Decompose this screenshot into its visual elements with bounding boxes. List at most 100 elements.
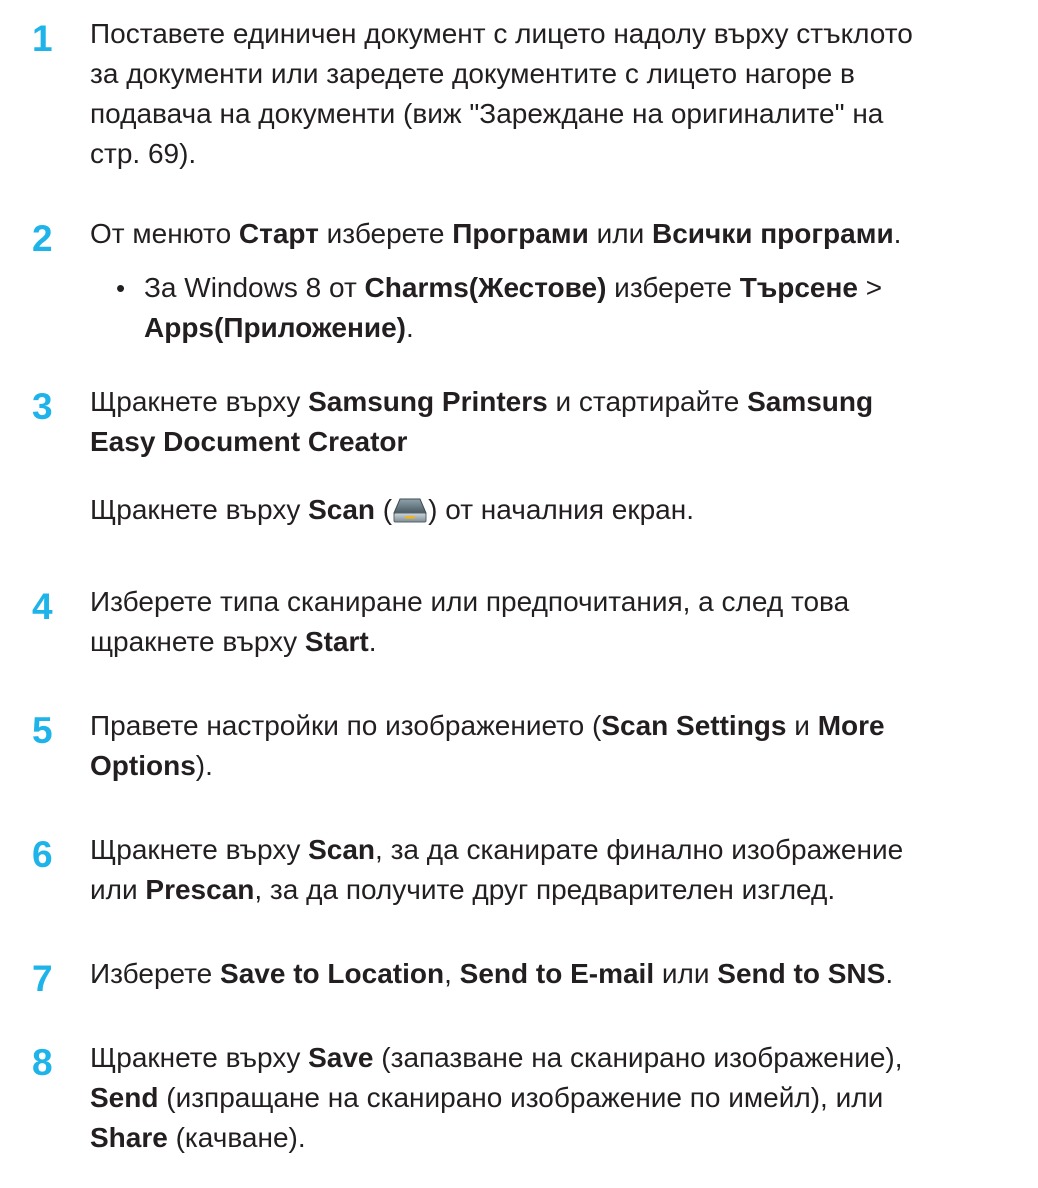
step-note: Щракнете върху Scan () от началния екран… — [90, 490, 1030, 530]
text-run: , — [444, 958, 460, 989]
text-line: Щракнете върху Scan, за да сканирате фин… — [90, 830, 1030, 870]
text-line: За Windows 8 от Charms(Жестове) изберете… — [144, 268, 1024, 308]
text-run: . — [406, 312, 414, 343]
text-run: > — [857, 272, 883, 303]
step-number: 8 — [32, 1042, 53, 1083]
text-line: Щракнете върху Scan () от началния екран… — [90, 490, 1030, 530]
text-line: Правете настройки по изображението (Scan… — [90, 706, 1030, 746]
bold-term: Всички програми — [652, 218, 894, 249]
text-run: ). — [195, 750, 213, 781]
text-run: , за да сканирате финално изображение — [375, 834, 904, 865]
bold-term: Програми — [452, 218, 589, 249]
step-text: От менюто Старт изберете Програми или Вс… — [90, 214, 1030, 254]
step-text: Поставете единичен документ с лицето над… — [90, 14, 1030, 174]
text-run: , за да получите друг предварителен изгл… — [254, 874, 836, 905]
text-run: за документи или заредете документите с … — [90, 58, 855, 89]
text-run: ( — [375, 494, 393, 525]
bold-term: Start — [304, 626, 369, 657]
step-1: 1 Поставете единичен документ с лицето н… — [0, 14, 1038, 184]
bold-term: More — [817, 710, 885, 741]
text-run: Щракнете върху — [90, 386, 309, 417]
text-line: Щракнете върху Save (запазване на сканир… — [90, 1038, 1030, 1078]
bold-term: Scan — [308, 494, 376, 525]
text-line: или Prescan, за да получите друг предвар… — [90, 870, 1030, 910]
text-line: Options). — [90, 746, 1030, 786]
bold-term: Prescan — [145, 874, 255, 905]
bullet-text: За Windows 8 от Charms(Жестове) изберете… — [144, 268, 1024, 348]
step-text: Изберете типа сканиране или предпочитани… — [90, 582, 1030, 662]
step-number: 2 — [32, 218, 53, 259]
text-run: Изберете — [90, 958, 221, 989]
text-line: Поставете единичен документ с лицето над… — [90, 14, 1030, 54]
text-run: (запазване на сканирано изображение), — [373, 1042, 903, 1073]
step-number: 7 — [32, 958, 53, 999]
step-text: Щракнете върху Scan, за да сканирате фин… — [90, 830, 1030, 910]
step-7: 7 Изберете Save to Location, Send to E-m… — [0, 954, 1038, 1004]
text-line: Send (изпращане на сканирано изображение… — [90, 1078, 1030, 1118]
step-2: 2 От менюто Старт изберете Програми или … — [0, 214, 1038, 374]
text-run: Правете настройки по изображението ( — [90, 710, 602, 741]
step-number: 4 — [32, 586, 53, 627]
text-run: или — [90, 874, 146, 905]
step-number: 5 — [32, 710, 53, 751]
step-number: 6 — [32, 834, 53, 875]
bold-term: Send — [90, 1082, 159, 1113]
text-run: изберете — [606, 272, 740, 303]
text-run: или — [588, 218, 652, 249]
bold-term: Scan — [308, 834, 376, 865]
text-run: Щракнете върху — [90, 1042, 309, 1073]
text-run: ) от началния екран. — [428, 494, 694, 525]
text-run: (качване). — [167, 1122, 306, 1153]
text-run: изберете — [318, 218, 453, 249]
text-run: и — [786, 710, 818, 741]
bold-term: Share — [90, 1122, 168, 1153]
bold-term: Samsung Printers — [308, 386, 548, 417]
text-run: или — [654, 958, 718, 989]
text-run: От менюто — [90, 218, 239, 249]
bold-term: Charms(Жестове) — [364, 272, 607, 303]
text-line: стр. 69). — [90, 134, 1030, 174]
text-line: Apps(Приложение). — [144, 308, 1024, 348]
text-line: за документи или заредете документите с … — [90, 54, 1030, 94]
step-5: 5 Правете настройки по изображението (Sc… — [0, 706, 1038, 796]
instruction-page: 1 Поставете единичен документ с лицето н… — [0, 0, 1038, 1188]
text-run: . — [893, 218, 902, 249]
text-line: Изберете типа сканиране или предпочитани… — [90, 582, 1030, 622]
bold-term: Save — [308, 1042, 374, 1073]
step-8: 8 Щракнете върху Save (запазване на скан… — [0, 1038, 1038, 1168]
text-run: . — [368, 626, 377, 657]
bold-term: Options — [90, 750, 196, 781]
bold-term: Save to Location — [220, 958, 445, 989]
text-run: . — [885, 958, 894, 989]
scanner-icon — [393, 498, 427, 523]
bold-term: Easy Document Creator — [90, 426, 408, 457]
text-line: подавача на документи (виж "Зареждане на… — [90, 94, 1030, 134]
text-line: щракнете върху Start. — [90, 622, 1030, 662]
text-run: Изберете типа сканиране или предпочитани… — [90, 586, 850, 617]
bold-term: Send to SNS — [717, 958, 886, 989]
text-run: щракнете върху — [90, 626, 305, 657]
bold-term: Старт — [238, 218, 319, 249]
text-run: За Windows 8 от — [144, 272, 365, 303]
text-line: Щракнете върху Samsung Printers и старти… — [90, 382, 1030, 422]
step-number: 3 — [32, 386, 53, 427]
text-run: (изпращане на сканирано изображение по и… — [158, 1082, 884, 1113]
step-text: Щракнете върху Save (запазване на сканир… — [90, 1038, 1030, 1158]
step-4: 4 Изберете типа сканиране или предпочита… — [0, 582, 1038, 672]
bold-term: Samsung — [747, 386, 874, 417]
bullet-icon: • — [116, 273, 126, 303]
bold-term: Send to E-mail — [459, 958, 655, 989]
text-run: и стартирайте — [547, 386, 748, 417]
text-run: Поставете единичен документ с лицето над… — [90, 18, 913, 49]
bold-term: Scan Settings — [601, 710, 787, 741]
step-text: Правете настройки по изображението (Scan… — [90, 706, 1030, 786]
step-6: 6 Щракнете върху Scan, за да сканирате ф… — [0, 830, 1038, 920]
step-3: 3 Щракнете върху Samsung Printers и стар… — [0, 382, 1038, 532]
text-run: Щракнете върху — [90, 834, 309, 865]
step-number: 1 — [32, 18, 53, 59]
step-text: Изберете Save to Location, Send to E-mai… — [90, 954, 1030, 994]
text-run: подавача на документи (виж "Зареждане на… — [90, 98, 884, 129]
step-text: Щракнете върху Samsung Printers и старти… — [90, 382, 1030, 462]
text-line: Изберете Save to Location, Send to E-mai… — [90, 954, 1030, 994]
text-run: стр. 69). — [90, 138, 197, 169]
